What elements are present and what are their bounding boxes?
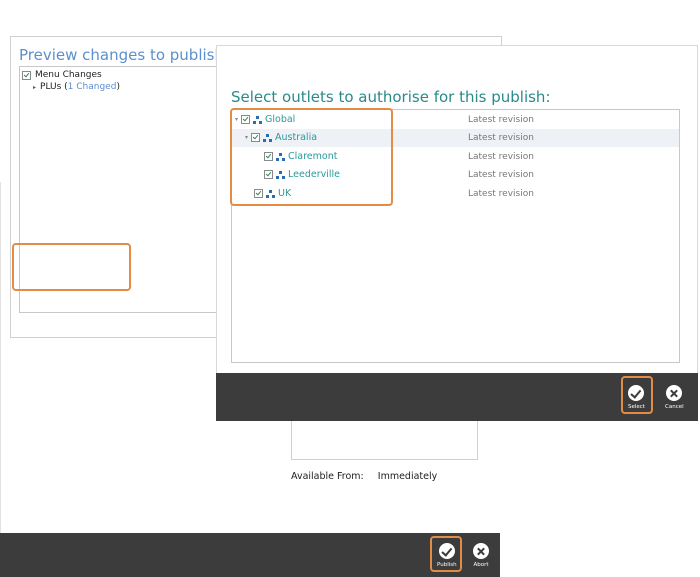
outlet-revision[interactable]: Latest revision	[468, 170, 534, 180]
available-from: Available From: Immediately	[291, 471, 437, 482]
plus-node[interactable]: ▸ PLUs (1 Changed)	[33, 81, 120, 93]
outlet-revision[interactable]: Latest revision	[468, 152, 534, 162]
available-from-value: Immediately	[377, 471, 438, 482]
outlets-title: Select outlets to authorise for this pub…	[231, 88, 551, 106]
outlet-revision[interactable]: Latest revision	[468, 115, 534, 125]
available-from-label: Available From:	[291, 471, 364, 482]
plus-text: PLUs (1 Changed)	[40, 82, 120, 92]
plus-changed-link[interactable]: 1 Changed	[68, 82, 117, 92]
abort-button[interactable]: Abort	[473, 543, 489, 568]
outlet-revision[interactable]: Latest revision	[468, 133, 534, 143]
menu-changes-label: Menu Changes	[35, 70, 102, 80]
close-circle-icon	[666, 385, 683, 401]
highlight-select	[621, 376, 653, 414]
expand-arrow-icon[interactable]: ▸	[33, 84, 36, 91]
highlight-outlets-tree	[230, 108, 393, 206]
menu-changes-node[interactable]: Menu Changes	[22, 69, 102, 81]
outlet-revision[interactable]: Latest revision	[468, 189, 534, 199]
plus-close: )	[116, 82, 120, 92]
cancel-label: Cancel	[665, 404, 684, 410]
cancel-button[interactable]: Cancel	[665, 385, 684, 410]
checkbox-icon[interactable]	[22, 70, 31, 80]
abort-label: Abort	[473, 562, 489, 568]
plus-label: PLUs (	[40, 82, 68, 92]
preview-title: Preview changes to publish:	[19, 46, 230, 64]
preview-footer	[0, 533, 500, 577]
highlight-publish	[430, 536, 462, 572]
close-circle-icon	[473, 543, 489, 559]
highlight-preview-tree	[12, 243, 131, 291]
